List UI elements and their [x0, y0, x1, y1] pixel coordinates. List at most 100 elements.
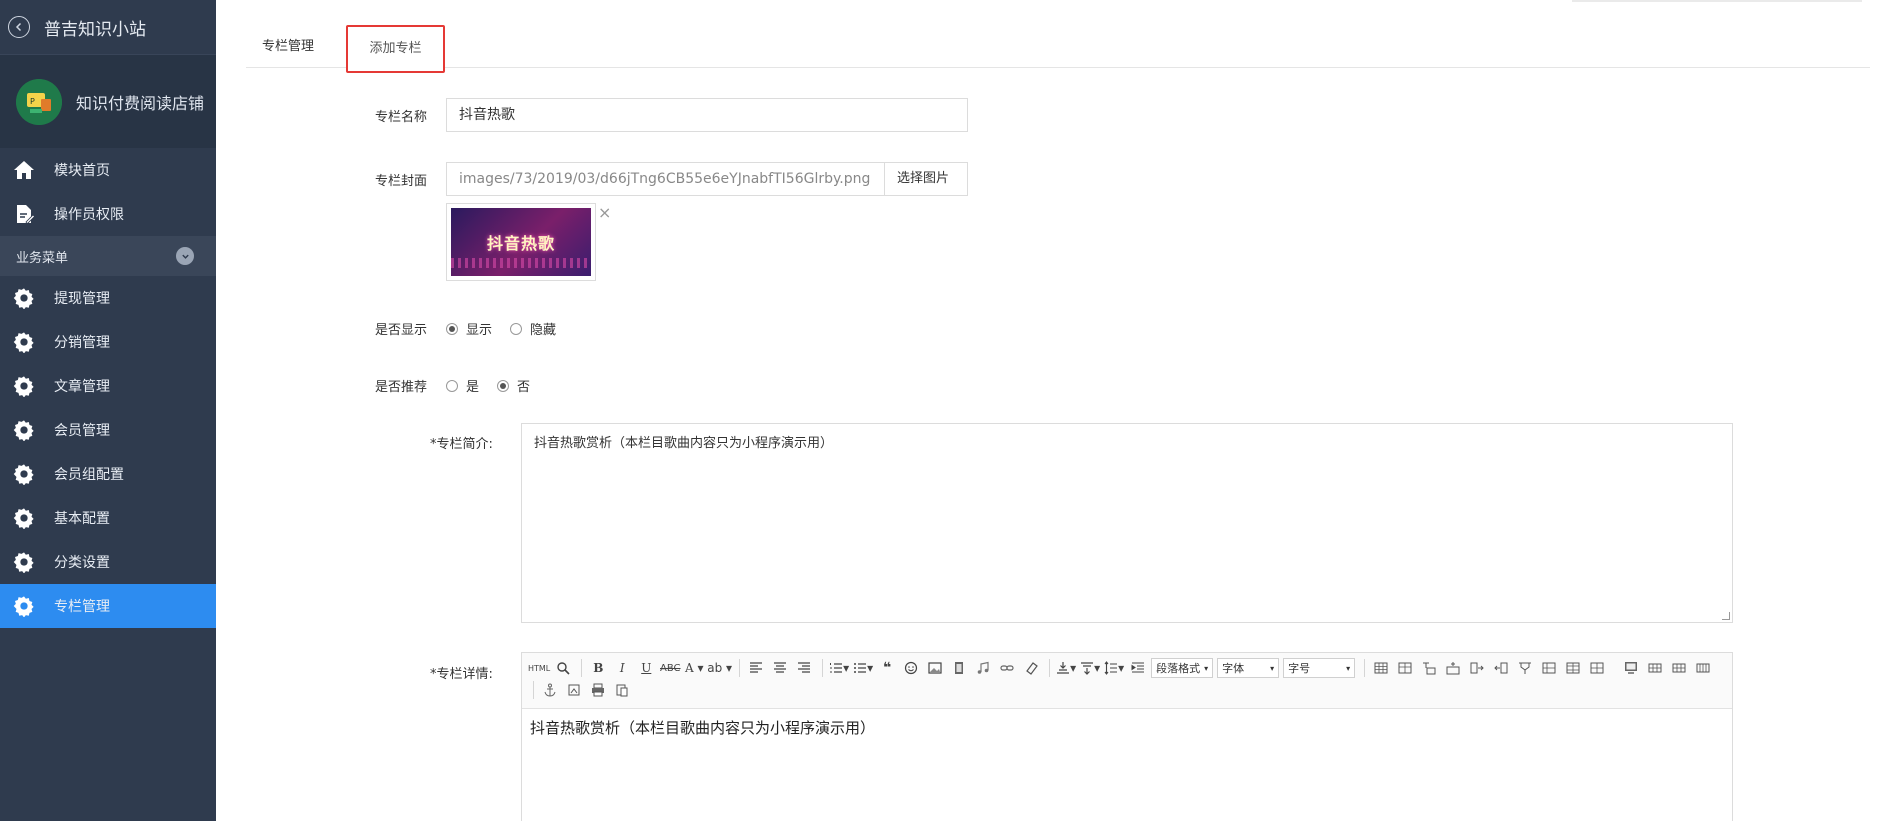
insert-col-left-icon[interactable] [1490, 657, 1512, 679]
gear-icon [12, 418, 36, 442]
site-title: 普吉知识小站 [44, 19, 146, 40]
insert-col-right-icon[interactable] [1466, 657, 1488, 679]
chevron-down-icon [176, 247, 194, 265]
paste-icon[interactable] [611, 679, 633, 701]
show-option-hide[interactable]: 隐藏 [510, 319, 556, 338]
blockquote-icon[interactable]: ❝ [876, 657, 898, 679]
sidebar-item-label: 会员管理 [54, 423, 110, 439]
remove-cover-icon[interactable]: × [598, 203, 611, 222]
merge-right-icon[interactable] [1538, 657, 1560, 679]
html-source-button[interactable]: HTML [528, 657, 550, 679]
sidebar-item-member-groups[interactable]: 会员组配置 [0, 452, 216, 496]
merge-cells-icon[interactable] [1514, 657, 1536, 679]
back-icon[interactable] [8, 16, 30, 38]
resize-handle[interactable] [1722, 612, 1730, 620]
sidebar-item-members[interactable]: 会员管理 [0, 408, 216, 452]
sidebar-item-articles[interactable]: 文章管理 [0, 364, 216, 408]
bold-icon[interactable]: B [587, 657, 609, 679]
gear-icon [12, 594, 36, 618]
radio-icon [446, 322, 458, 335]
align-right-icon[interactable] [793, 657, 815, 679]
insert-caption-icon[interactable] [1418, 657, 1440, 679]
anchor-icon[interactable] [539, 679, 561, 701]
align-center-icon[interactable] [769, 657, 791, 679]
font-size-select[interactable]: 字号 ▾ [1283, 658, 1356, 678]
document-edit-icon [12, 202, 36, 226]
gear-icon [12, 462, 36, 486]
fullscreen-icon[interactable] [1620, 657, 1642, 679]
group-label: 业务菜单 [16, 250, 69, 266]
indent-icon[interactable] [1127, 657, 1149, 679]
home-icon [12, 158, 36, 182]
show-radio-group: 显示 隐藏 [446, 319, 574, 338]
sidebar-item-home[interactable]: 模块首页 [0, 148, 216, 192]
delete-table-icon[interactable] [1692, 657, 1714, 679]
svg-text:P: P [30, 97, 35, 106]
sidebar-item-label: 专栏管理 [54, 599, 110, 615]
underline-icon[interactable]: U [635, 657, 657, 679]
delete-row-icon[interactable] [1644, 657, 1666, 679]
merge-down-icon[interactable] [1562, 657, 1584, 679]
line-height-icon[interactable]: ▾ [1103, 657, 1125, 679]
music-icon[interactable] [972, 657, 994, 679]
italic-icon[interactable]: I [611, 657, 633, 679]
highlight-color-icon[interactable]: ab ▾ [707, 657, 732, 679]
sidebar-item-label: 操作员权限 [54, 207, 124, 223]
sidebar-item-categories[interactable]: 分类设置 [0, 540, 216, 584]
insert-frame-icon[interactable] [563, 679, 585, 701]
print-icon[interactable] [587, 679, 609, 701]
recommend-option-yes[interactable]: 是 [446, 376, 479, 395]
preview-icon[interactable] [552, 657, 574, 679]
tab-column-management[interactable]: 专栏管理 [262, 26, 314, 68]
show-option-yes[interactable]: 显示 [446, 319, 492, 338]
sidebar-item-withdraw[interactable]: 提现管理 [0, 276, 216, 320]
business-menu-group[interactable]: 业务菜单 [0, 236, 216, 276]
sidebar-item-column-management[interactable]: 专栏管理 [0, 584, 216, 628]
main-content: 专栏管理 添加专栏 专栏名称 抖音热歌 专栏封面 images/73/2019/… [216, 0, 1892, 821]
tab-add-column[interactable]: 添加专栏 [346, 25, 445, 73]
table-props-icon[interactable] [1394, 657, 1416, 679]
shop-logo: P [16, 78, 62, 125]
cover-path-input[interactable]: images/73/2019/03/d66jTng6CB55e6eYJnabfT… [446, 162, 885, 196]
paragraph-format-select[interactable]: 段落格式 ▾ [1151, 658, 1214, 678]
sidebar-item-label: 模块首页 [54, 163, 110, 179]
video-icon[interactable] [948, 657, 970, 679]
split-cells-icon[interactable] [1586, 657, 1608, 679]
delete-col-icon[interactable] [1668, 657, 1690, 679]
rich-text-editor: HTML B I U ABC A ▾ ab ▾ ▾ ▾ ❝ ▾ ▾ ▾ 段落格式… [521, 652, 1733, 821]
sidebar-item-operator-permissions[interactable]: 操作员权限 [0, 192, 216, 236]
radio-icon [510, 322, 523, 335]
ordered-list-icon[interactable]: ▾ [828, 657, 850, 679]
unordered-list-icon[interactable]: ▾ [852, 657, 874, 679]
eraser-icon[interactable] [1020, 657, 1042, 679]
intro-textarea[interactable]: 抖音热歌赏析（本栏目歌曲内容只为小程序演示用） [521, 423, 1733, 623]
row-spacing-bottom-icon[interactable]: ▾ [1079, 657, 1101, 679]
editor-toolbar: HTML B I U ABC A ▾ ab ▾ ▾ ▾ ❝ ▾ ▾ ▾ 段落格式… [522, 653, 1732, 709]
font-family-select[interactable]: 字体 ▾ [1217, 658, 1280, 678]
insert-row-above-icon[interactable] [1442, 657, 1464, 679]
sidebar-item-basic-config[interactable]: 基本配置 [0, 496, 216, 540]
insert-table-icon[interactable] [1370, 657, 1392, 679]
sidebar-item-label: 文章管理 [54, 379, 110, 395]
recommend-radio-group: 是 否 [446, 376, 548, 395]
emoji-icon[interactable] [900, 657, 922, 679]
cover-image: 抖音热歌 [451, 208, 591, 276]
strikethrough-icon[interactable]: ABC [659, 657, 681, 679]
recommend-option-no[interactable]: 否 [497, 376, 530, 395]
shop-info: P 知识付费阅读店铺 [0, 55, 216, 148]
detail-label: *专栏详情: [430, 667, 493, 682]
cover-thumbnail: 抖音热歌 [446, 203, 596, 281]
sidebar-item-distribution[interactable]: 分销管理 [0, 320, 216, 364]
column-name-input[interactable]: 抖音热歌 [446, 98, 968, 132]
row-spacing-top-icon[interactable]: ▾ [1055, 657, 1077, 679]
gear-icon [12, 374, 36, 398]
radio-icon [446, 379, 458, 392]
sidebar-item-label: 会员组配置 [54, 467, 124, 483]
font-color-icon[interactable]: A ▾ [683, 657, 705, 679]
image-icon[interactable] [924, 657, 946, 679]
cover-image-text: 抖音热歌 [486, 234, 555, 253]
align-left-icon[interactable] [745, 657, 767, 679]
choose-image-button[interactable]: 选择图片 [885, 162, 968, 196]
editor-content[interactable]: 抖音热歌赏析（本栏目歌曲内容只为小程序演示用） [522, 709, 1732, 746]
link-icon[interactable] [996, 657, 1018, 679]
